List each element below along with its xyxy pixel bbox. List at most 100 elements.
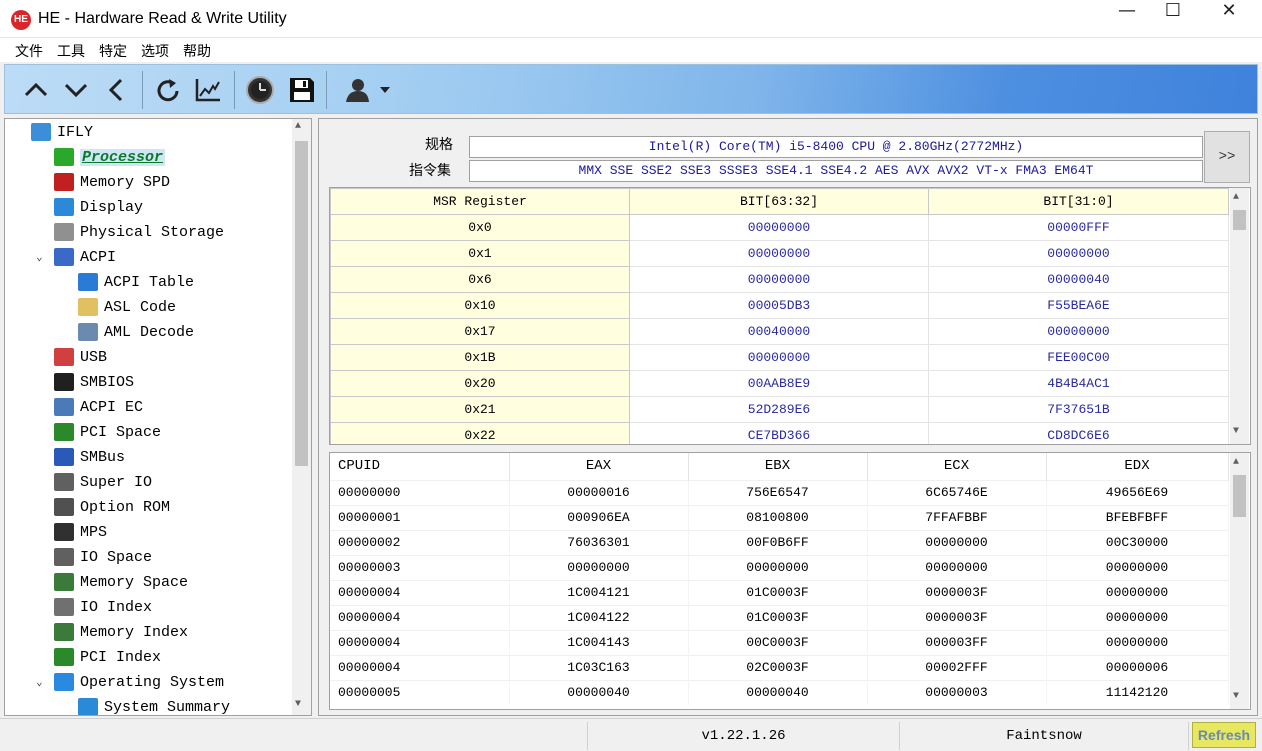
table-cell: 00000000 <box>1046 604 1229 630</box>
msr-scrollbar[interactable]: ▲ ▼ <box>1230 188 1249 444</box>
up-button[interactable] <box>19 73 53 107</box>
table-row[interactable]: 0x1 00000000 00000000 <box>330 240 1229 267</box>
monitor-icon <box>54 198 74 216</box>
expand-toggle-icon[interactable]: ⌄ <box>36 250 43 264</box>
down-button[interactable] <box>59 73 93 107</box>
table-row[interactable]: 0x22 CE7BD366 CD8DC6E6 <box>330 422 1229 444</box>
expand-toggle-icon[interactable]: ⌄ <box>36 675 43 689</box>
tree-scrollbar[interactable]: ▲ ▼ <box>292 119 311 715</box>
scroll-up-icon[interactable]: ▲ <box>295 121 301 132</box>
table-cell: 00000000 <box>928 318 1229 345</box>
table-row[interactable]: 0x0 00000000 00000FFF <box>330 214 1229 241</box>
column-header[interactable]: EAX <box>509 453 689 480</box>
tree-item-pci-space[interactable]: PCI Space <box>54 421 161 443</box>
tree-item-memory-space[interactable]: Memory Space <box>54 571 188 593</box>
table-row[interactable]: 0x20 00AAB8E9 4B4B4AC1 <box>330 370 1229 397</box>
user-dropdown-button[interactable] <box>375 73 395 107</box>
tree-scroll-thumb[interactable] <box>295 141 308 466</box>
cpuid-scroll-thumb[interactable] <box>1233 475 1246 517</box>
tree-item-acpi-ec[interactable]: ACPI EC <box>54 396 143 418</box>
close-button[interactable]: ✕ <box>1206 0 1252 38</box>
tree-item-label: Physical Storage <box>80 223 225 241</box>
tree-item-aml-decode[interactable]: AML Decode <box>78 321 194 343</box>
column-header[interactable]: ECX <box>867 453 1047 480</box>
back-button[interactable] <box>99 73 133 107</box>
chart-button[interactable] <box>191 73 225 107</box>
chevron-left-icon <box>108 78 123 102</box>
scroll-down-icon[interactable]: ▼ <box>1233 426 1239 437</box>
io-index-icon <box>54 598 74 616</box>
msr-scroll-thumb[interactable] <box>1233 210 1246 230</box>
table-row[interactable]: 00000004 1C004143 00C0003F 000003FF 00000000 <box>330 629 1229 655</box>
tree-item-super-io[interactable]: Super IO <box>54 471 152 493</box>
msr-table: MSR Register BIT[63:32] BIT[31:0] 0x0 00000… <box>330 188 1229 444</box>
column-header[interactable]: EDX <box>1046 453 1229 480</box>
menu-specific[interactable]: 特定 <box>92 38 134 62</box>
scroll-down-icon[interactable]: ▼ <box>295 699 301 710</box>
tree-item-io-index[interactable]: IO Index <box>54 596 152 618</box>
tree-item-io-space[interactable]: IO Space <box>54 546 152 568</box>
scroll-down-icon[interactable]: ▼ <box>1233 691 1239 702</box>
table-row[interactable]: 00000000 00000016 756E6547 6C65746E 49656E69 <box>330 479 1229 505</box>
column-header[interactable]: EBX <box>688 453 868 480</box>
table-cell: 0x10 <box>330 292 630 319</box>
reload-button[interactable] <box>151 73 185 107</box>
scroll-up-icon[interactable]: ▲ <box>1233 457 1239 468</box>
cpuid-scrollbar[interactable]: ▲ ▼ <box>1230 453 1249 709</box>
table-row[interactable]: 00000004 1C03C163 02C0003F 00002FFF 00000006 <box>330 654 1229 680</box>
tree-item-acpi-table[interactable]: ACPI Table <box>78 271 194 293</box>
menu-tools[interactable]: 工具 <box>50 38 92 62</box>
tree-item-smbus[interactable]: SMBus <box>54 446 125 468</box>
table-row[interactable]: 00000001 000906EA 08100800 7FFAFBBF BFEBFBFF <box>330 504 1229 530</box>
table-cell: 00000000 <box>629 344 929 371</box>
tree-item-memory-spd[interactable]: Memory SPD <box>54 171 170 193</box>
tree-item-display[interactable]: Display <box>54 196 143 218</box>
tree-item-ifly[interactable]: IFLY <box>31 121 93 143</box>
table-row[interactable]: 00000005 00000040 00000040 00000003 11142120 <box>330 679 1229 705</box>
table-row[interactable]: 00000002 76036301 00F0B6FF 00000000 00C30000 <box>330 529 1229 555</box>
save-button[interactable] <box>285 73 319 107</box>
tree-item-processor[interactable]: Processor <box>54 146 166 168</box>
table-row[interactable]: 00000004 1C004121 01C0003F 0000003F 00000000 <box>330 579 1229 605</box>
tree-item-label: USB <box>80 348 108 366</box>
tree-item-operating-system[interactable]: ⌄ Operating System <box>36 671 224 693</box>
memory-icon <box>54 573 74 591</box>
column-header[interactable]: BIT[63:32] <box>629 188 929 215</box>
more-button[interactable]: >> <box>1204 131 1250 183</box>
table-row[interactable]: 0x1B 00000000 FEE00C00 <box>330 344 1229 371</box>
tree-item-asl-code[interactable]: ASL Code <box>78 296 176 318</box>
tree-item-option-rom[interactable]: Option ROM <box>54 496 170 518</box>
column-header[interactable]: CPUID <box>330 453 510 480</box>
tree-item-memory-index[interactable]: Memory Index <box>54 621 188 643</box>
tree-item-physical-storage[interactable]: Physical Storage <box>54 221 224 243</box>
tree-item-mps[interactable]: MPS <box>54 521 107 543</box>
table-cell: 00040000 <box>629 318 929 345</box>
decode-icon <box>78 323 98 341</box>
table-cell: 00000040 <box>688 679 868 705</box>
menu-file[interactable]: 文件 <box>8 38 50 62</box>
column-header[interactable]: BIT[31:0] <box>928 188 1229 215</box>
minimize-button[interactable]: — <box>1104 0 1150 38</box>
maximize-button[interactable]: ☐ <box>1150 0 1196 38</box>
tree-item-usb[interactable]: USB <box>54 346 107 368</box>
clock-button[interactable] <box>243 73 277 107</box>
toolbar-separator <box>142 71 143 109</box>
menu-options[interactable]: 选项 <box>134 38 176 62</box>
column-header[interactable]: MSR Register <box>330 188 630 215</box>
refresh-button[interactable]: Refresh <box>1192 722 1256 748</box>
tree-item-acpi[interactable]: ⌄ ACPI <box>36 246 116 268</box>
table-row[interactable]: 0x21 52D289E6 7F37651B <box>330 396 1229 423</box>
table-row[interactable]: 0x17 00040000 00000000 <box>330 318 1229 345</box>
table-cell: 00000000 <box>867 554 1047 580</box>
table-row[interactable]: 0x6 00000000 00000040 <box>330 266 1229 293</box>
table-row[interactable]: 0x10 00005DB3 F55BEA6E <box>330 292 1229 319</box>
scroll-up-icon[interactable]: ▲ <box>1233 192 1239 203</box>
table-row[interactable]: 00000004 1C004122 01C0003F 0000003F 00000000 <box>330 604 1229 630</box>
tree-item-label: ACPI EC <box>80 398 144 416</box>
tree-item-smbios[interactable]: SMBIOS <box>54 371 134 393</box>
table-row[interactable]: 00000003 00000000 00000000 00000000 00000000 <box>330 554 1229 580</box>
tree-item-pci-index[interactable]: PCI Index <box>54 646 161 668</box>
user-button[interactable] <box>339 73 373 107</box>
menu-help[interactable]: 帮助 <box>176 38 218 62</box>
tree-item-system-summary[interactable]: System Summary <box>78 696 230 715</box>
